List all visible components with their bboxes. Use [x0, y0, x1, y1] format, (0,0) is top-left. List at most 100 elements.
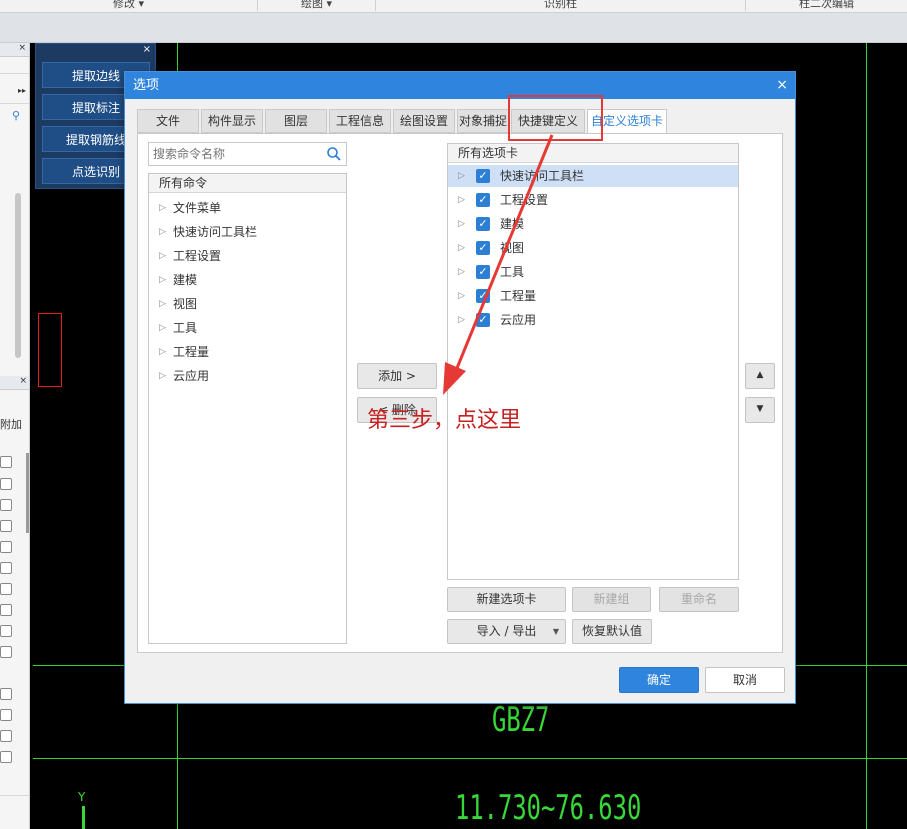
tab-item-quick-access[interactable]: ▷ ✓ 快速访问工具栏 [448, 165, 738, 187]
import-export-label: 导入 / 导出 [476, 624, 537, 638]
checkbox[interactable] [0, 709, 12, 721]
tree-item-view[interactable]: ▷ 视图 [149, 293, 346, 315]
tab-item-cloud[interactable]: ▷ ✓ 云应用 [448, 309, 738, 331]
all-commands-tree: 所有命令 ▷ 文件菜单 ▷ 快速访问工具栏 ▷ 工程设置 ▷ 建模 ▷ 视图 ▷ 工具 ▷ 工… [148, 173, 347, 644]
ribbon-group-modify[interactable]: 修改 ▾ [0, 0, 258, 11]
tree-item-project-settings[interactable]: ▷ 工程设置 [149, 245, 346, 267]
tree-item-cloud[interactable]: ▷ 云应用 [149, 365, 346, 387]
cad-label-id: GBZ7 [492, 700, 550, 740]
checkbox[interactable] [0, 688, 12, 700]
checkbox[interactable] [0, 541, 12, 553]
expand-arrow-icon[interactable]: ▷ [458, 261, 465, 283]
tab-item-label: 视图 [500, 241, 525, 255]
expand-arrow-icon[interactable]: ▷ [458, 309, 465, 331]
dialog-close-icon[interactable]: × [776, 77, 788, 93]
new-tab-button[interactable]: 新建选项卡 [447, 587, 566, 612]
checkbox[interactable] [0, 604, 12, 616]
expand-arrow-icon[interactable]: ▷ [159, 317, 166, 339]
cancel-button[interactable]: 取消 [705, 667, 785, 693]
ribbon-strip: 修改 ▾ 绘图 ▾ 识别柱 柱二次编辑 [0, 0, 907, 13]
options-dialog: 选项 × 文件 构件显示 图层 工程信息 绘图设置 对象捕捉 快捷键定义 自定义… [124, 71, 796, 704]
expand-arrow-icon[interactable]: ▷ [159, 365, 166, 387]
all-commands-header: 所有命令 [149, 174, 346, 193]
tree-item-quick-access[interactable]: ▷ 快速访问工具栏 [149, 221, 346, 243]
checkbox[interactable] [0, 751, 12, 763]
checkbox[interactable] [0, 499, 12, 511]
expand-arrow-icon[interactable]: ▷ [458, 189, 465, 211]
tab-item-quantity[interactable]: ▷ ✓ 工程量 [448, 285, 738, 307]
checkbox-checked-icon[interactable]: ✓ [476, 241, 490, 255]
tab-object-snap[interactable]: 对象捕捉 [457, 109, 509, 133]
expand-arrow-icon[interactable]: ▷ [159, 221, 166, 243]
checkbox-checked-icon[interactable]: ✓ [476, 169, 490, 183]
expand-icon[interactable]: ▸▸ [18, 86, 26, 95]
checkbox[interactable] [0, 646, 12, 658]
search-icon[interactable]: ⚲ [12, 109, 28, 123]
tree-item-label: 快速访问工具栏 [173, 225, 258, 239]
rename-button[interactable]: 重命名 [659, 587, 739, 612]
expand-arrow-icon[interactable]: ▷ [458, 285, 465, 307]
tab-item-tools[interactable]: ▷ ✓ 工具 [448, 261, 738, 283]
axis-y-label: Y [78, 790, 86, 804]
toolbar-close-icon[interactable]: × [143, 44, 151, 55]
checkbox-checked-icon[interactable]: ✓ [476, 265, 490, 279]
restore-default-button[interactable]: 恢复默认值 [572, 619, 652, 644]
checkbox-checked-icon[interactable]: ✓ [476, 217, 490, 231]
tab-layer[interactable]: 图层 [265, 109, 327, 133]
checkbox[interactable] [0, 562, 12, 574]
import-export-button[interactable]: 导入 / 导出 ▼ [447, 619, 566, 644]
divider [0, 795, 29, 796]
tab-item-label: 工程量 [500, 289, 537, 303]
command-search-input[interactable] [149, 143, 324, 165]
checkbox[interactable] [0, 456, 12, 468]
checkbox-checked-icon[interactable]: ✓ [476, 313, 490, 327]
cad-grid-line [866, 43, 867, 829]
tab-drawing-settings[interactable]: 绘图设置 [393, 109, 455, 133]
tree-item-label: 工具 [173, 321, 198, 335]
tree-item-quantity[interactable]: ▷ 工程量 [149, 341, 346, 363]
expand-arrow-icon[interactable]: ▷ [458, 165, 465, 187]
left-panel-scrollbar[interactable] [15, 193, 21, 358]
chevron-down-icon[interactable]: ▼ [553, 620, 559, 643]
tree-item-label: 云应用 [173, 369, 210, 383]
left-panel-scrollbar-2[interactable] [26, 453, 29, 533]
custom-tabs-panel: 所有命令 ▷ 文件菜单 ▷ 快速访问工具栏 ▷ 工程设置 ▷ 建模 ▷ 视图 ▷ 工具 ▷ 工… [137, 133, 783, 653]
expand-arrow-icon[interactable]: ▷ [458, 237, 465, 259]
expand-arrow-icon[interactable]: ▷ [458, 213, 465, 235]
dialog-title: 选项 [125, 72, 795, 99]
tree-item-file-menu[interactable]: ▷ 文件菜单 [149, 197, 346, 219]
add-button[interactable]: 添加 > [357, 363, 437, 389]
ribbon-group-draw[interactable]: 绘图 ▾ [258, 0, 376, 11]
checkbox[interactable] [0, 730, 12, 742]
divider [0, 103, 29, 104]
expand-arrow-icon[interactable]: ▷ [159, 269, 166, 291]
expand-arrow-icon[interactable]: ▷ [159, 245, 166, 267]
tree-item-modeling[interactable]: ▷ 建模 [149, 269, 346, 291]
tab-component-display[interactable]: 构件显示 [201, 109, 263, 133]
tab-project-info[interactable]: 工程信息 [329, 109, 391, 133]
checkbox[interactable] [0, 520, 12, 532]
checkbox[interactable] [0, 583, 12, 595]
expand-arrow-icon[interactable]: ▷ [159, 341, 166, 363]
tree-item-tools[interactable]: ▷ 工具 [149, 317, 346, 339]
tab-file[interactable]: 文件 [137, 109, 199, 133]
axis-y-line [82, 806, 85, 829]
checkbox-checked-icon[interactable]: ✓ [476, 289, 490, 303]
checkbox[interactable] [0, 625, 12, 637]
tab-item-modeling[interactable]: ▷ ✓ 建模 [448, 213, 738, 235]
tab-item-project-settings[interactable]: ▷ ✓ 工程设置 [448, 189, 738, 211]
move-down-button[interactable]: ▼ [745, 397, 775, 423]
search-icon[interactable] [326, 146, 342, 162]
tab-item-view[interactable]: ▷ ✓ 视图 [448, 237, 738, 259]
left-panel-close-icon-2[interactable]: × [0, 376, 29, 390]
ok-button[interactable]: 确定 [619, 667, 699, 693]
ribbon-group-identify-column[interactable]: 识别柱 [376, 0, 746, 11]
checkbox[interactable] [0, 478, 12, 490]
ribbon-group-column-edit[interactable]: 柱二次编辑 [746, 0, 907, 11]
left-panel-close-icon[interactable]: × [0, 43, 29, 57]
expand-arrow-icon[interactable]: ▷ [159, 293, 166, 315]
expand-arrow-icon[interactable]: ▷ [159, 197, 166, 219]
new-group-button[interactable]: 新建组 [572, 587, 651, 612]
move-up-button[interactable]: ▲ [745, 363, 775, 389]
checkbox-checked-icon[interactable]: ✓ [476, 193, 490, 207]
